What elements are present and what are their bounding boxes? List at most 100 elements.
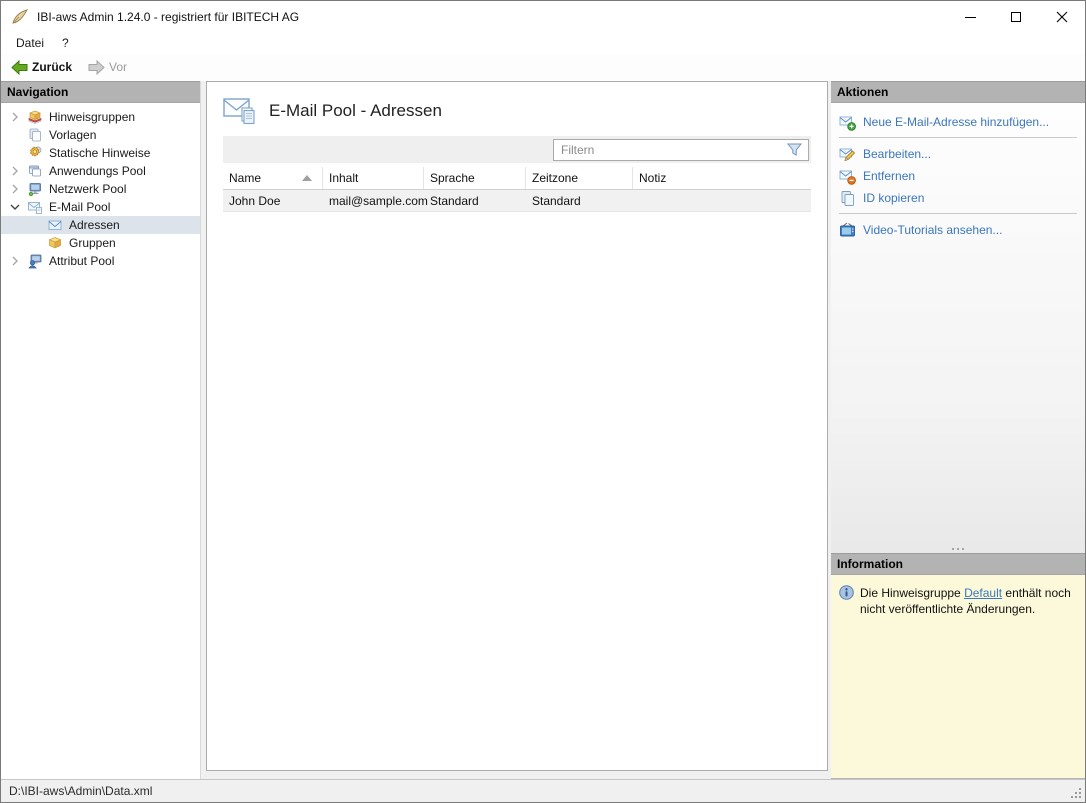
tree-item-hinweisgruppen[interactable]: Hinweisgruppen bbox=[1, 108, 200, 126]
column-header-zeitzone[interactable]: Zeitzone bbox=[526, 167, 633, 189]
tree-item-adressen[interactable]: Adressen bbox=[1, 216, 200, 234]
tree-item-label: Adressen bbox=[69, 218, 120, 232]
action-label: ID kopieren bbox=[863, 191, 925, 205]
chevron-none bbox=[7, 145, 23, 161]
column-header-label: Name bbox=[229, 171, 262, 185]
chevron-right-icon[interactable] bbox=[7, 109, 23, 125]
table-row[interactable]: John Doe mail@sample.com Standard Standa… bbox=[223, 190, 811, 212]
window-title: IBI-aws Admin 1.24.0 - registriert für I… bbox=[37, 10, 300, 24]
information-panel: Die Hinweisgruppe Default enthält noch n… bbox=[831, 575, 1085, 779]
tree-item-label: E-Mail Pool bbox=[49, 200, 111, 214]
content-area: Navigation Hinweisgruppen Vorlagen Stati… bbox=[1, 81, 1085, 779]
information-header: Information bbox=[831, 553, 1085, 575]
forward-button[interactable]: Vor bbox=[82, 57, 133, 78]
network-monitor-icon bbox=[27, 181, 43, 197]
package-box-icon bbox=[47, 235, 63, 251]
action-label: Video-Tutorials ansehen... bbox=[863, 223, 1003, 237]
main-panel: E-Mail Pool - Adressen Name bbox=[206, 81, 828, 771]
chevron-right-icon[interactable] bbox=[7, 163, 23, 179]
action-edit[interactable]: Bearbeiten... bbox=[831, 143, 1085, 165]
information-text: Die Hinweisgruppe Default enthält noch n… bbox=[860, 585, 1075, 617]
chevron-none bbox=[7, 235, 23, 251]
tree-item-label: Gruppen bbox=[69, 236, 116, 250]
close-button[interactable] bbox=[1039, 1, 1085, 33]
table-header-row: Name Inhalt Sprache Zeitzone Notiz bbox=[223, 167, 811, 190]
action-label: Neue E-Mail-Adresse hinzufügen... bbox=[863, 115, 1050, 129]
envelope-icon bbox=[47, 217, 63, 233]
sort-ascending-icon bbox=[302, 175, 312, 181]
gear-icon bbox=[27, 145, 43, 161]
action-video-tutorials[interactable]: Video-Tutorials ansehen... bbox=[831, 219, 1085, 241]
chevron-right-icon[interactable] bbox=[7, 253, 23, 269]
forward-arrow-icon bbox=[88, 59, 105, 75]
cell-zeitzone: Standard bbox=[532, 193, 581, 208]
info-text-before: Die Hinweisgruppe bbox=[860, 586, 965, 600]
cell-name: John Doe bbox=[229, 193, 281, 208]
main-panel-wrap: E-Mail Pool - Adressen Name bbox=[201, 81, 831, 779]
filter-box bbox=[553, 138, 809, 161]
filter-strip bbox=[223, 136, 811, 163]
title-bar: IBI-aws Admin 1.24.0 - registriert für I… bbox=[1, 1, 1085, 33]
tree-item-email-pool[interactable]: E-Mail Pool bbox=[1, 198, 200, 216]
actions-header: Aktionen bbox=[831, 81, 1085, 103]
column-header-label: Notiz bbox=[639, 171, 667, 185]
divider bbox=[839, 213, 1077, 214]
mail-pages-icon bbox=[223, 98, 255, 125]
tree-item-gruppen[interactable]: Gruppen bbox=[1, 234, 200, 252]
chevron-none bbox=[7, 127, 23, 143]
back-arrow-icon bbox=[11, 59, 28, 75]
divider bbox=[839, 137, 1077, 138]
action-label: Bearbeiten... bbox=[863, 147, 932, 161]
tree-item-anwendungs-pool[interactable]: Anwendungs Pool bbox=[1, 162, 200, 180]
maximize-button[interactable] bbox=[993, 1, 1039, 33]
templates-pages-icon bbox=[27, 127, 43, 143]
minimize-button[interactable] bbox=[947, 1, 993, 33]
action-label: Entfernen bbox=[863, 169, 916, 183]
page-header: E-Mail Pool - Adressen bbox=[207, 82, 827, 136]
notice-group-stack-icon bbox=[27, 109, 43, 125]
resize-grip[interactable] bbox=[1070, 787, 1083, 800]
page-title: E-Mail Pool - Adressen bbox=[269, 101, 442, 120]
menu-datei[interactable]: Datei bbox=[7, 34, 53, 52]
status-path: D:\IBI-aws\Admin\Data.xml bbox=[9, 784, 153, 798]
column-header-sprache[interactable]: Sprache bbox=[424, 167, 526, 189]
tree-item-label: Netzwerk Pool bbox=[49, 182, 127, 196]
tree-item-label: Hinweisgruppen bbox=[49, 110, 136, 124]
filter-input[interactable] bbox=[554, 142, 786, 157]
filter-funnel-icon[interactable] bbox=[786, 142, 803, 158]
back-button[interactable]: Zurück bbox=[5, 57, 78, 78]
quill-app-icon bbox=[12, 9, 29, 24]
info-circle-icon bbox=[839, 585, 854, 600]
back-label: Zurück bbox=[32, 60, 73, 74]
action-copy-id[interactable]: ID kopieren bbox=[831, 187, 1085, 209]
column-header-label: Inhalt bbox=[329, 171, 359, 185]
column-header-name[interactable]: Name bbox=[223, 167, 323, 189]
chevron-down-icon[interactable] bbox=[7, 199, 23, 215]
menu-help[interactable]: ? bbox=[53, 34, 78, 52]
default-group-link[interactable]: Default bbox=[964, 586, 1002, 600]
column-header-label: Sprache bbox=[430, 171, 475, 185]
chevron-none bbox=[7, 217, 23, 233]
tree-item-netzwerk-pool[interactable]: Netzwerk Pool bbox=[1, 180, 200, 198]
toolbar: Zurück Vor bbox=[1, 53, 1085, 81]
column-header-notiz[interactable]: Notiz bbox=[633, 167, 811, 189]
action-add-email-address[interactable]: Neue E-Mail-Adresse hinzufügen... bbox=[831, 111, 1085, 133]
column-header-inhalt[interactable]: Inhalt bbox=[323, 167, 424, 189]
tree-item-attribut-pool[interactable]: Attribut Pool bbox=[1, 252, 200, 270]
action-remove[interactable]: Entfernen bbox=[831, 165, 1085, 187]
tree-item-statische-hinweise[interactable]: Statische Hinweise bbox=[1, 144, 200, 162]
tree-item-label: Attribut Pool bbox=[49, 254, 115, 268]
chevron-right-icon[interactable] bbox=[7, 181, 23, 197]
navigation-panel: Navigation Hinweisgruppen Vorlagen Stati… bbox=[1, 81, 201, 779]
tree-item-label: Statische Hinweise bbox=[49, 146, 151, 160]
tree-item-label: Vorlagen bbox=[49, 128, 97, 142]
tree-item-vorlagen[interactable]: Vorlagen bbox=[1, 126, 200, 144]
maximize-icon bbox=[1011, 12, 1021, 22]
navigation-header: Navigation bbox=[1, 81, 200, 103]
tree-item-label: Anwendungs Pool bbox=[49, 164, 146, 178]
cell-sprache: Standard bbox=[430, 193, 479, 208]
panel-splitter[interactable] bbox=[831, 545, 1085, 553]
forward-label: Vor bbox=[109, 60, 128, 74]
navigation-tree: Hinweisgruppen Vorlagen Statische Hinwei… bbox=[1, 103, 200, 270]
copy-icon bbox=[841, 190, 854, 206]
